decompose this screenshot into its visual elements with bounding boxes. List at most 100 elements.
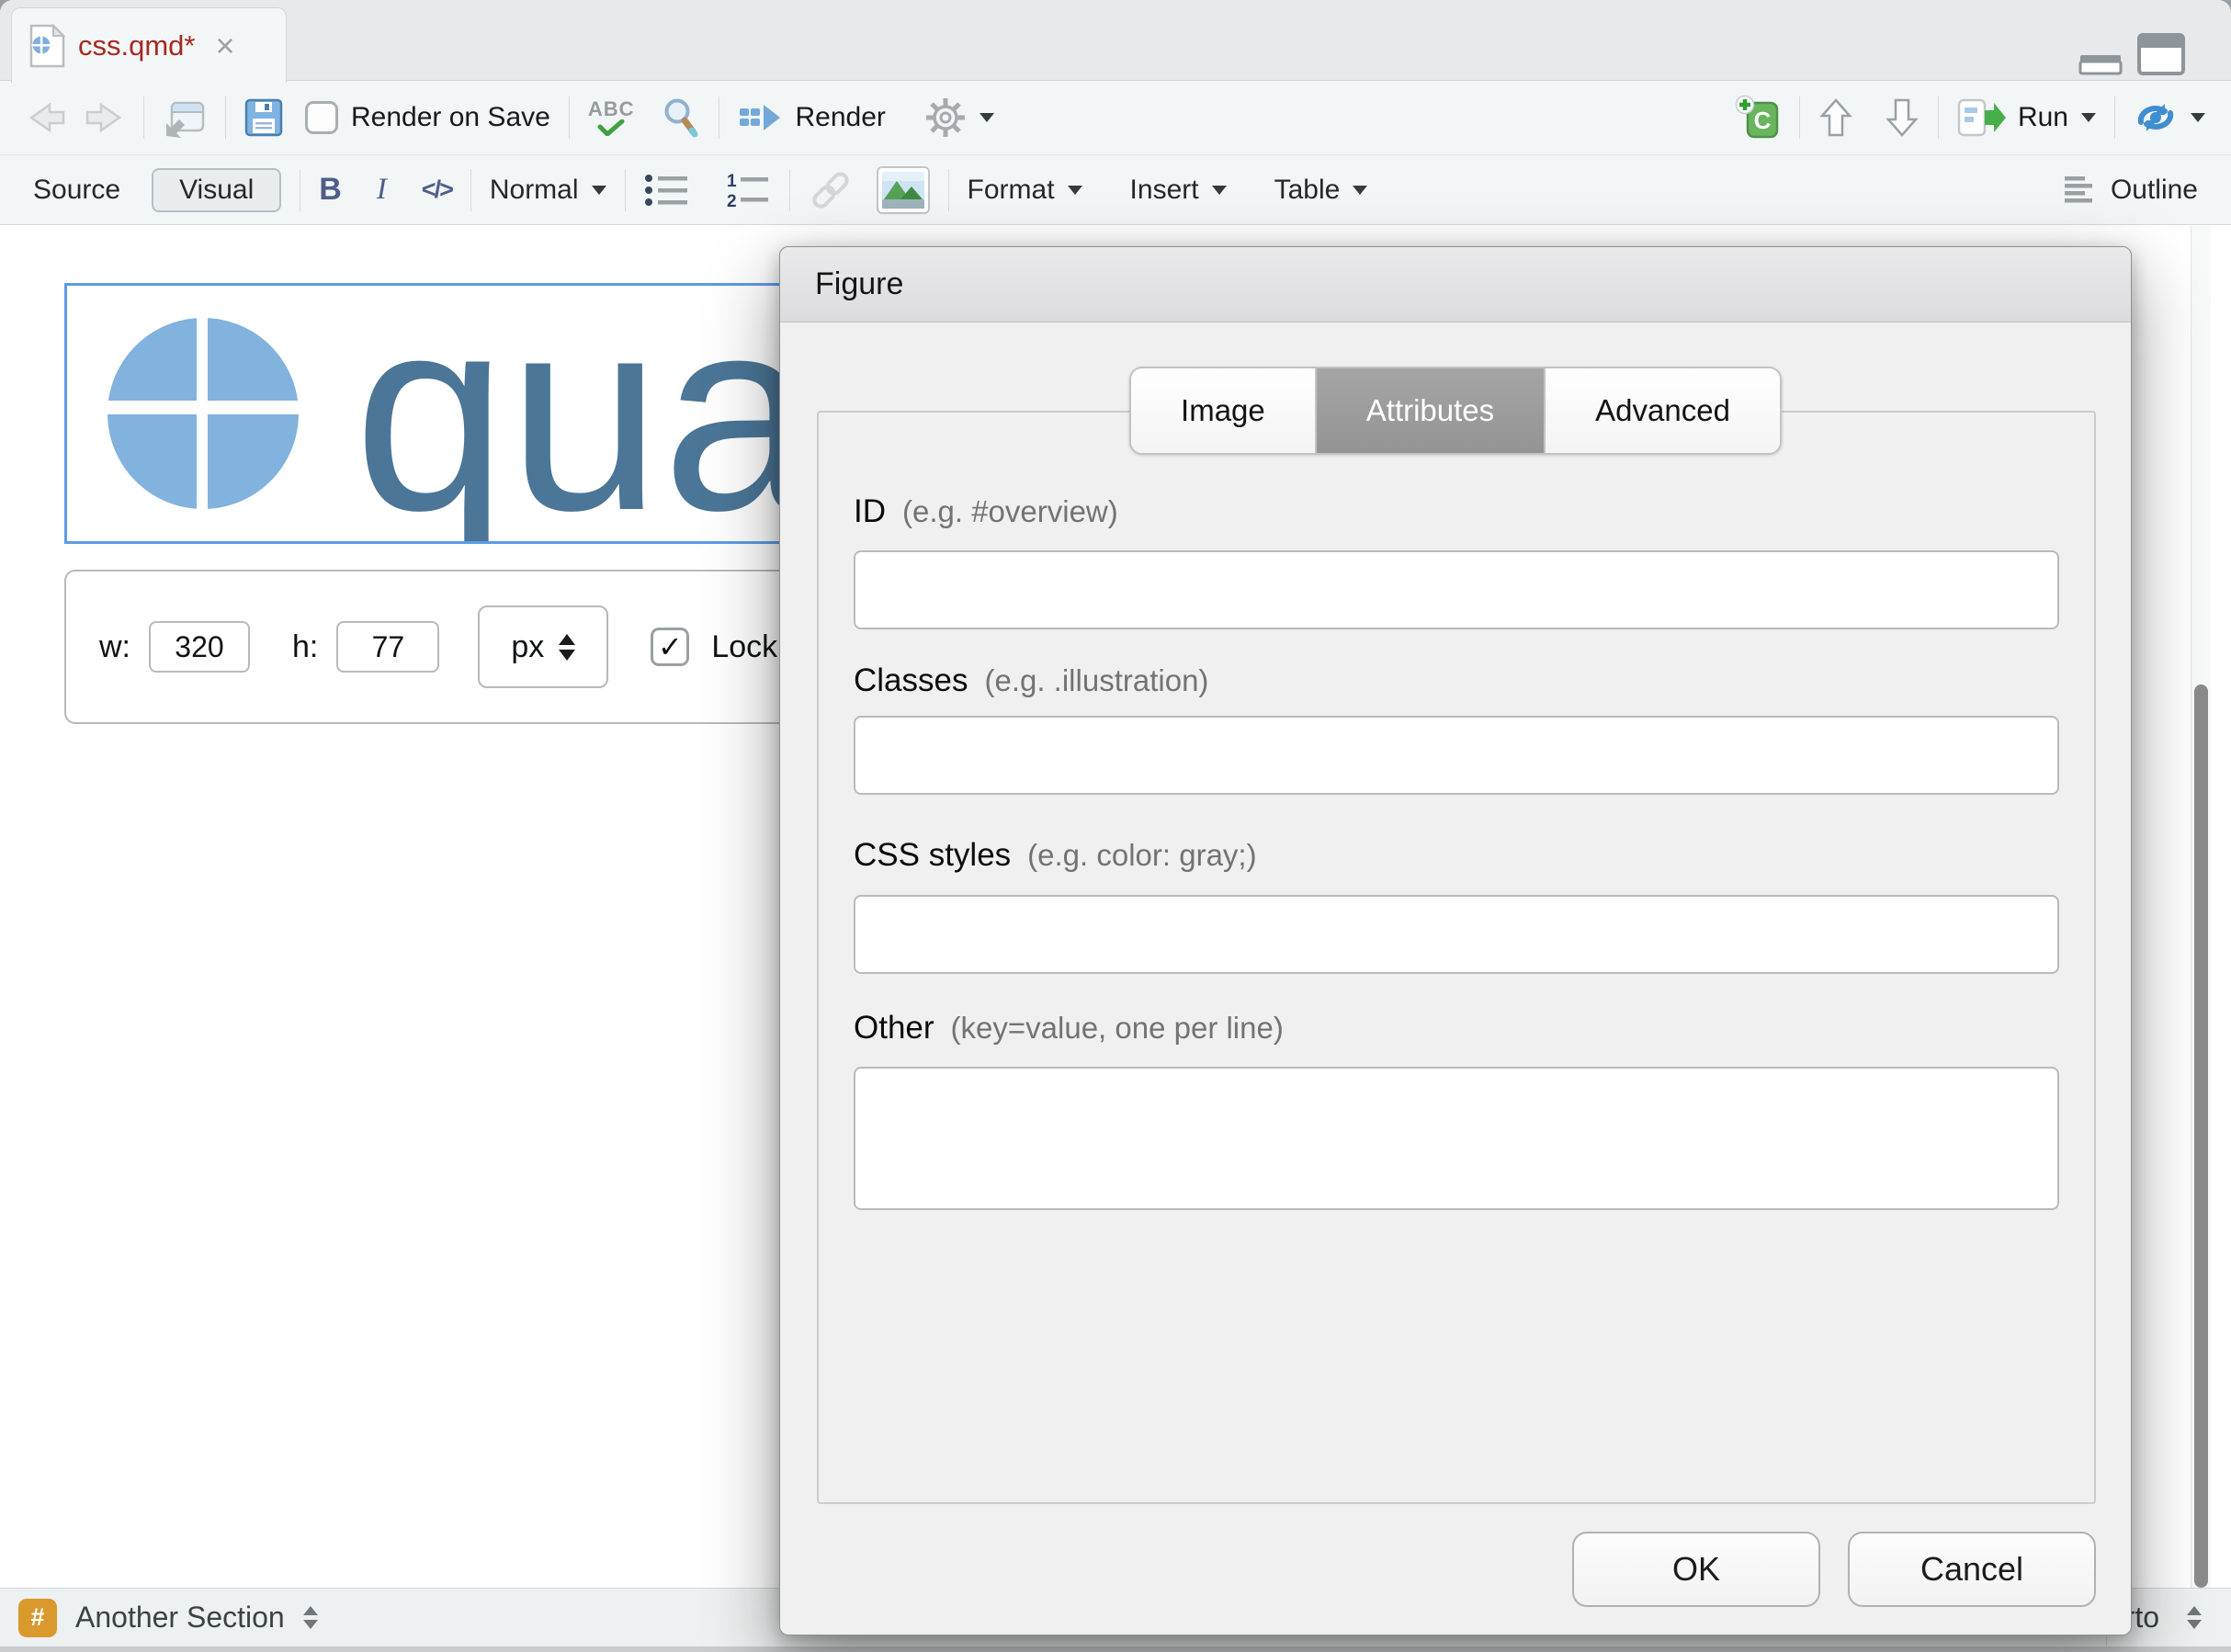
- code-button[interactable]: </>: [422, 175, 452, 204]
- format-menu[interactable]: Format: [968, 175, 1082, 206]
- svg-text:2: 2: [727, 192, 737, 209]
- mode-selector-icon[interactable]: [2187, 1606, 2202, 1629]
- id-input[interactable]: [854, 550, 2059, 629]
- chevron-down-icon: [2081, 113, 2096, 122]
- render-button[interactable]: Render: [738, 100, 885, 135]
- units-value: px: [511, 629, 544, 665]
- css-styles-input[interactable]: [854, 895, 2059, 974]
- dialog-tab-bar: Image Attributes Advanced: [1129, 367, 1782, 455]
- tab-css-qmd[interactable]: css.qmd* ×: [11, 7, 287, 83]
- insert-chunk-icon[interactable]: C: [1735, 95, 1781, 141]
- chevron-down-icon: [1353, 186, 1367, 195]
- gear-icon: [924, 96, 967, 139]
- save-icon[interactable]: [244, 98, 283, 137]
- dialog-header: Figure: [780, 247, 2131, 322]
- other-textarea[interactable]: [854, 1067, 2059, 1210]
- classes-field-hint: (e.g. .illustration): [984, 663, 1208, 698]
- chevron-down-icon: [980, 113, 994, 122]
- current-section-label[interactable]: Another Section: [75, 1601, 285, 1635]
- divider: [948, 169, 949, 211]
- source-mode-button[interactable]: Source: [33, 175, 120, 206]
- units-select[interactable]: px: [478, 605, 608, 688]
- window-bottom-edge: [0, 1646, 2231, 1652]
- link-icon[interactable]: [809, 171, 853, 209]
- id-field-label: ID (e.g. #overview): [854, 493, 1118, 530]
- cancel-button[interactable]: Cancel: [1848, 1532, 2096, 1607]
- source-sync-icon: [2134, 98, 2178, 137]
- dialog-title: Figure: [815, 266, 903, 302]
- ok-button[interactable]: OK: [1572, 1532, 1820, 1607]
- id-field-hint: (e.g. #overview): [902, 494, 1118, 529]
- svg-text:C: C: [1754, 107, 1772, 134]
- chevron-down-icon: [1212, 186, 1227, 195]
- render-label: Render: [795, 102, 885, 133]
- tab-image[interactable]: Image: [1131, 368, 1317, 453]
- chevron-down-icon: [592, 186, 606, 195]
- down-arrow-icon[interactable]: [1885, 96, 1920, 139]
- other-field-hint: (key=value, one per line): [951, 1011, 1284, 1046]
- source-tools-button[interactable]: [2134, 98, 2205, 137]
- editor-scrollbar[interactable]: [2191, 226, 2211, 1588]
- main-toolbar: Render on Save ABC: [0, 81, 2231, 154]
- divider: [2114, 96, 2115, 139]
- heading-hash-icon: #: [18, 1599, 57, 1637]
- up-arrow-icon[interactable]: [1818, 96, 1853, 139]
- tab-attributes[interactable]: Attributes: [1317, 368, 1546, 453]
- maximize-pane-icon[interactable]: [2137, 33, 2185, 75]
- section-selector-icon[interactable]: [303, 1606, 318, 1629]
- scrollbar-thumb[interactable]: [2194, 685, 2208, 1588]
- stepper-icon: [559, 634, 575, 661]
- close-icon[interactable]: ×: [215, 29, 234, 62]
- visual-mode-button[interactable]: Visual: [152, 168, 281, 212]
- paragraph-style-dropdown[interactable]: Normal: [490, 175, 606, 206]
- table-menu[interactable]: Table: [1274, 175, 1368, 206]
- width-input[interactable]: [149, 621, 250, 673]
- divider: [569, 96, 570, 139]
- run-button[interactable]: Run: [1957, 98, 2096, 137]
- italic-button[interactable]: I: [377, 173, 387, 207]
- run-label: Run: [2018, 102, 2068, 133]
- check-icon: ✓: [658, 629, 683, 664]
- insert-menu[interactable]: Insert: [1130, 175, 1227, 206]
- divider: [143, 96, 144, 139]
- classes-input[interactable]: [854, 716, 2059, 795]
- css-styles-field-label: CSS styles (e.g. color: gray;): [854, 837, 1257, 874]
- back-icon[interactable]: [26, 98, 68, 137]
- render-on-save-checkbox[interactable]: [305, 101, 338, 134]
- height-input[interactable]: [336, 621, 439, 673]
- tab-title: css.qmd*: [78, 29, 195, 62]
- image-button[interactable]: [877, 166, 930, 214]
- search-icon[interactable]: [662, 96, 700, 139]
- outline-icon: [2065, 175, 2098, 205]
- bullet-list-icon[interactable]: [644, 172, 690, 209]
- quarto-logo-icon: [106, 316, 300, 511]
- divider: [625, 169, 626, 211]
- width-label: w:: [99, 629, 130, 665]
- css-styles-field-hint: (e.g. color: gray;): [1027, 838, 1256, 873]
- chevron-down-icon: [2191, 113, 2205, 122]
- height-label: h:: [292, 629, 318, 665]
- other-field-label: Other (key=value, one per line): [854, 1010, 1284, 1047]
- open-in-new-window-icon[interactable]: [163, 97, 207, 138]
- rstudio-window: css.qmd* ×: [0, 0, 2231, 1652]
- forward-icon[interactable]: [83, 98, 125, 137]
- render-options-button[interactable]: [924, 96, 994, 139]
- format-toolbar: Source Visual B I </> Normal 1 2: [0, 154, 2231, 225]
- divider: [470, 169, 471, 211]
- quarto-file-icon: [28, 24, 65, 68]
- numbered-list-icon[interactable]: 1 2: [725, 172, 771, 209]
- classes-field-label: Classes (e.g. .illustration): [854, 662, 1208, 699]
- bold-button[interactable]: B: [319, 172, 342, 208]
- run-icon: [1957, 98, 2007, 137]
- divider: [1938, 96, 1939, 139]
- divider: [225, 96, 226, 139]
- lock-ratio-checkbox[interactable]: ✓: [651, 628, 689, 666]
- outline-toggle[interactable]: Outline: [2065, 175, 2198, 206]
- render-icon: [738, 100, 782, 135]
- tab-advanced[interactable]: Advanced: [1546, 368, 1780, 453]
- chevron-down-icon: [1068, 186, 1082, 195]
- svg-text:1: 1: [727, 172, 737, 191]
- render-on-save-label: Render on Save: [351, 102, 550, 133]
- spellcheck-icon[interactable]: ABC: [588, 99, 635, 136]
- minimize-pane-icon[interactable]: [2078, 53, 2123, 75]
